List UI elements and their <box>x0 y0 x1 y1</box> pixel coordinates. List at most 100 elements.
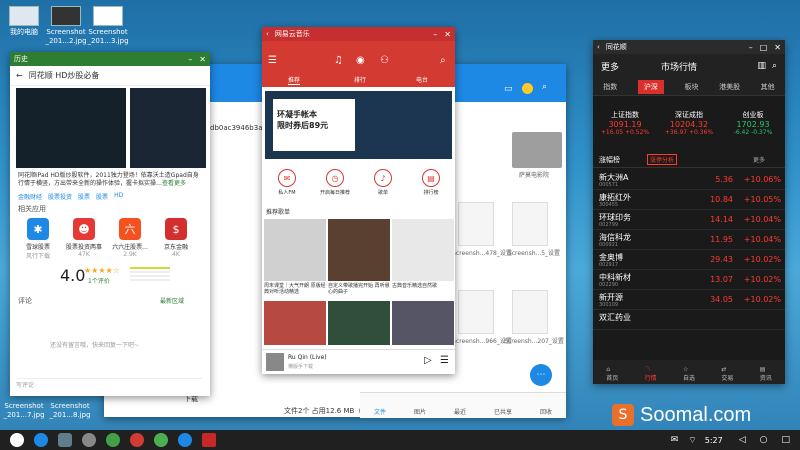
files-icon[interactable] <box>58 433 72 447</box>
comment-input[interactable]: 写评论 <box>16 378 202 392</box>
fm-icon[interactable]: ✉ <box>278 169 296 187</box>
list-more[interactable]: 更多 <box>753 155 765 164</box>
tab-sector[interactable]: 板块 <box>684 82 698 92</box>
friends-icon[interactable]: ⚇ <box>380 55 389 66</box>
related-app[interactable]: $ 京东金融 4K <box>154 218 198 258</box>
nav-market[interactable]: 〽行情 <box>645 364 657 382</box>
index-card[interactable]: 创业板 1702.93 -6.42 -0.37% <box>721 110 785 136</box>
nav-trade[interactable]: ⇄ 交易 <box>721 366 733 382</box>
playlist-cover[interactable] <box>328 219 390 281</box>
music-window[interactable]: ‹ 网易云音乐 – ✕ ☰ ♫ ◉ ⚇ ⌕ 推荐 排行 电台 环凝手帐本 限时券后… <box>262 27 455 374</box>
store-icon[interactable] <box>106 433 120 447</box>
file-thumbnail[interactable] <box>458 202 494 246</box>
back-icon[interactable]: ‹ <box>266 30 269 38</box>
playlist-cover[interactable] <box>328 301 390 345</box>
index-card[interactable]: 上证指数 3091.19 +16.05 +0.52% <box>593 110 657 136</box>
close-icon[interactable]: ✕ <box>444 30 451 39</box>
more-button[interactable]: 更多 <box>601 60 661 73</box>
search-icon[interactable]: ⌕ <box>542 82 547 92</box>
related-app[interactable]: 六 六六庄股票... 2.9K <box>108 218 152 258</box>
tab-hk-us[interactable]: 港美股 <box>719 82 740 92</box>
playlist-cover[interactable] <box>392 301 454 345</box>
playlist-cover[interactable] <box>264 219 326 281</box>
list-badge[interactable]: 涨停分析 <box>647 154 678 165</box>
more-link[interactable]: 查看更多 <box>162 180 186 187</box>
clock[interactable]: 5:27 <box>705 436 723 445</box>
tab-index[interactable]: 指数 <box>603 82 617 92</box>
playlist-icon[interactable]: ♪ <box>374 169 392 187</box>
desktop-icon-screenshot-2[interactable]: Screenshot _201...3.jpg <box>78 6 138 46</box>
tab-hushen[interactable]: 沪深 <box>637 79 664 94</box>
file-thumbnail[interactable] <box>512 290 548 334</box>
menu-icon[interactable]: ☰ <box>268 55 277 66</box>
table-row[interactable]: 双汇药业 <box>593 310 785 330</box>
desktop-icon-screenshot-4[interactable]: Screenshot _201...8.jpg <box>40 402 100 420</box>
tag[interactable]: 股票 <box>78 192 90 201</box>
table-row[interactable]: 环球印务 002799 14.14 +10.04% <box>593 210 785 230</box>
nav-trash[interactable]: 回收 <box>540 407 552 416</box>
table-row[interactable]: 海信科龙 000921 11.95 +10.04% <box>593 230 785 250</box>
minimize-icon[interactable]: – <box>188 55 192 64</box>
browser-icon[interactable] <box>34 433 48 447</box>
related-app[interactable]: ✱ 雪球股票 风行下载 <box>16 218 60 260</box>
music-icon[interactable] <box>130 433 144 447</box>
tab-other[interactable]: 其他 <box>761 82 775 92</box>
chart-icon[interactable]: ▥ <box>757 61 766 71</box>
nav-files[interactable]: 文件 <box>374 407 386 416</box>
now-playing-bar[interactable]: Ru Qin (Live) 横版手下载 ▷ ☰ <box>262 349 455 374</box>
screenshot-preview-1[interactable] <box>16 88 126 168</box>
nav-home[interactable]: ⌂ 首页 <box>606 366 618 382</box>
music-note-icon[interactable]: ♫ <box>334 55 343 66</box>
home-icon[interactable]: ○ <box>760 435 768 445</box>
queue-icon[interactable]: ☰ <box>440 355 449 366</box>
table-row[interactable]: 康拓红外 300455 10.84 +10.05% <box>593 190 785 210</box>
nav-recent[interactable]: 最近 <box>454 407 466 416</box>
index-card[interactable]: 深证成指 10204.32 +36.97 +0.36% <box>657 110 721 136</box>
file-thumbnail[interactable] <box>458 290 494 334</box>
daily-icon[interactable]: ◷ <box>326 169 344 187</box>
nav-watchlist[interactable]: ☆ 自选 <box>683 366 695 382</box>
stock-window[interactable]: ‹ 同花顺 – □ ✕ 更多 市场行情 ▥ ⌕ 指数 沪深 板块 港美股 其他 上证… <box>593 40 785 384</box>
table-row[interactable]: 新大洲A 000571 5.36 +10.06% <box>593 170 785 190</box>
app-store-window[interactable]: 历史 – ✕ ← 同花顺 HD炒股必备 同花顺iPad HD版炒股软件，2011独… <box>10 52 210 396</box>
banner[interactable]: 环凝手帐本 限时券后89元 <box>265 91 452 159</box>
minimize-icon[interactable]: – <box>433 30 437 39</box>
tag[interactable]: 股票 <box>96 192 108 201</box>
settings-icon[interactable] <box>82 433 96 447</box>
table-row[interactable]: 新开源 300109 34.05 +10.02% <box>593 290 785 310</box>
app-icon[interactable] <box>154 433 168 447</box>
play-icon[interactable]: ▷ <box>424 355 432 366</box>
close-icon[interactable]: ✕ <box>199 55 206 64</box>
window-titlebar[interactable]: ‹ 网易云音乐 – ✕ <box>262 27 455 41</box>
account-icon[interactable] <box>522 83 533 94</box>
back-icon[interactable]: ‹ <box>597 43 600 51</box>
tag[interactable]: 金融财经 <box>18 192 42 201</box>
stock-app-icon[interactable] <box>202 433 216 447</box>
maximize-icon[interactable]: □ <box>760 43 768 52</box>
chart-icon[interactable]: ▤ <box>422 169 440 187</box>
file-thumbnail[interactable] <box>512 202 548 246</box>
netease-logo-icon[interactable]: ◉ <box>356 55 365 66</box>
tag[interactable]: 股票投资 <box>48 192 72 201</box>
related-app[interactable]: ☻ 股票投资两事 47K <box>62 218 106 258</box>
window-titlebar[interactable]: ‹ 同花顺 – □ ✕ <box>593 40 785 54</box>
close-icon[interactable]: ✕ <box>774 43 781 52</box>
tab-chart[interactable]: 排行 <box>354 75 366 84</box>
screenshot-preview-2[interactable] <box>130 88 206 168</box>
fab-add-button[interactable]: ⋯ <box>530 364 552 386</box>
window-titlebar[interactable]: 历史 – ✕ <box>10 52 210 66</box>
tab-radio[interactable]: 电台 <box>416 75 428 84</box>
playlist-cover[interactable] <box>264 301 326 345</box>
notification-icon[interactable]: ✉ <box>671 435 679 445</box>
table-row[interactable]: 中科新材 002290 13.07 +10.02% <box>593 270 785 290</box>
tag[interactable]: HD <box>114 192 123 201</box>
playlist-cover[interactable] <box>392 219 454 281</box>
nav-images[interactable]: 图片 <box>414 407 426 416</box>
back-icon[interactable]: ◁ <box>739 435 746 445</box>
table-row[interactable]: 金奥博 002917 29.43 +10.02% <box>593 250 785 270</box>
search-icon[interactable]: ⌕ <box>440 55 446 66</box>
folder-icon[interactable] <box>512 132 562 168</box>
recents-icon[interactable]: □ <box>781 435 790 445</box>
cloud-icon[interactable] <box>178 433 192 447</box>
wifi-icon[interactable]: ⌔ <box>688 435 696 446</box>
